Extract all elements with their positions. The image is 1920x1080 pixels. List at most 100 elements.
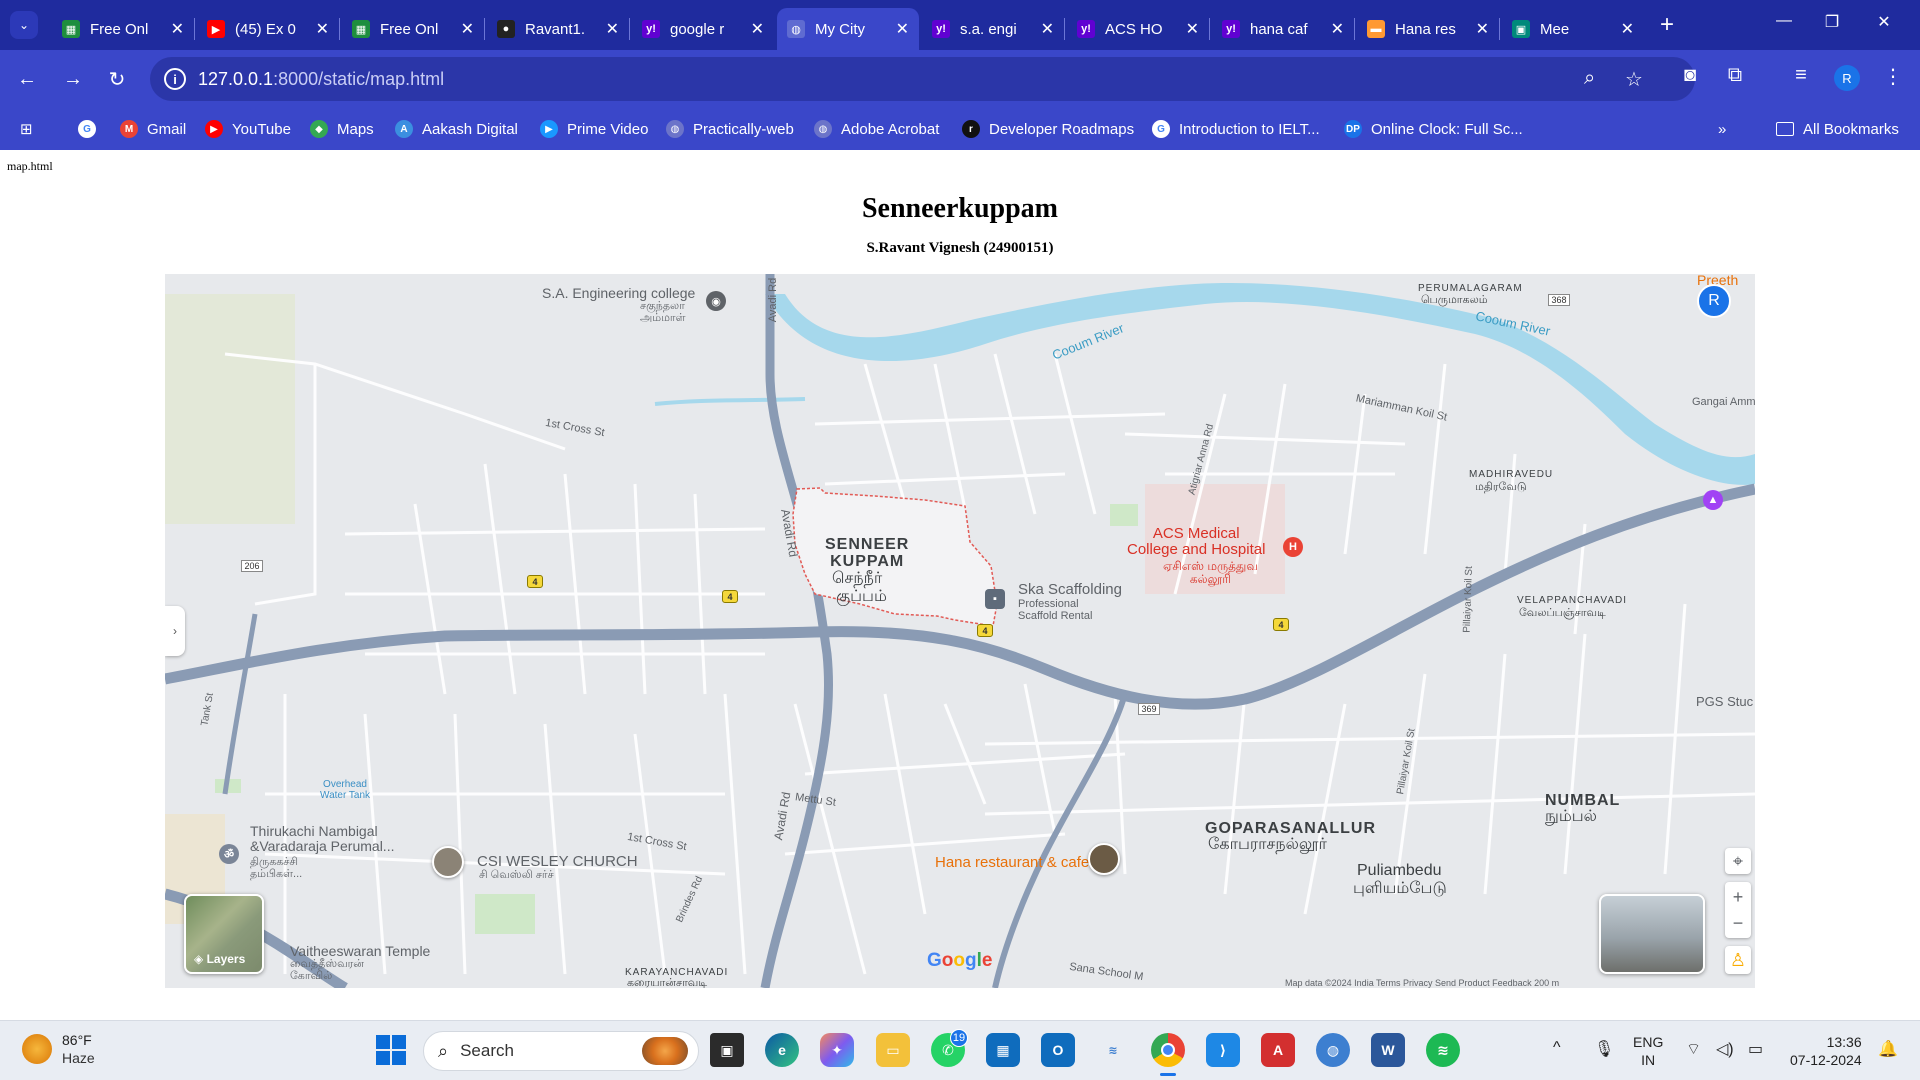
bookmark-item[interactable]: ▶ YouTube xyxy=(205,116,291,142)
browser-tab[interactable]: y! s.a. engi ✕ xyxy=(922,8,1064,50)
restore-icon[interactable]: ❐ xyxy=(1812,12,1852,32)
outlook-icon[interactable]: O xyxy=(1041,1033,1075,1067)
browser-tab[interactable]: ▶ (45) Ex 0 ✕ xyxy=(197,8,339,50)
bookmark-item[interactable]: ▶ Prime Video xyxy=(540,116,648,142)
volume-icon[interactable]: ◁) xyxy=(1716,1039,1734,1059)
zoom-icon[interactable]: ⌕ xyxy=(1584,67,1595,90)
street-view-thumbnail[interactable] xyxy=(1599,894,1705,974)
chevron-up-icon[interactable]: ^ xyxy=(1553,1039,1561,1057)
apps-grid-icon[interactable]: ⊞ xyxy=(20,116,33,142)
business-icon[interactable]: ▪ xyxy=(985,589,1005,609)
new-tab-button[interactable]: + xyxy=(1652,10,1682,40)
url-text[interactable]: 127.0.0.1:8000/static/map.html xyxy=(198,69,444,90)
bookmark-item[interactable]: ◍ Practically-web xyxy=(666,116,794,142)
bookmark-item[interactable]: r Developer Roadmaps xyxy=(962,116,1134,142)
windows-start-icon[interactable] xyxy=(376,1035,406,1065)
temple-icon[interactable]: ॐ xyxy=(219,844,239,864)
tab-close-icon[interactable]: ✕ xyxy=(1325,19,1344,39)
file-explorer-icon[interactable]: ▭ xyxy=(876,1033,910,1067)
incognito-extension-icon[interactable]: ◙ xyxy=(1675,64,1705,87)
browser-tab[interactable]: ● Ravant1. ✕ xyxy=(487,8,629,50)
extensions-puzzle-icon[interactable]: ⧉ xyxy=(1720,64,1750,87)
tab-close-icon[interactable]: ✕ xyxy=(1615,19,1634,39)
tab-close-icon[interactable]: ✕ xyxy=(745,19,764,39)
map-profile-avatar[interactable]: R xyxy=(1697,284,1731,318)
embedded-google-map[interactable]: 4 4 4 4 206 369 368 Cooum River Cooum Ri… xyxy=(165,274,1755,988)
bookmark-star-icon[interactable]: ☆ xyxy=(1625,67,1643,92)
tab-close-icon[interactable]: ✕ xyxy=(165,19,184,39)
church-photo-pin[interactable] xyxy=(432,846,464,878)
shopping-icon[interactable]: ▲ xyxy=(1703,490,1723,510)
school-icon[interactable]: ◉ xyxy=(706,291,726,311)
poi-thirukachi-temple[interactable]: Thirukachi Nambigal &Varadaraja Perumal..… xyxy=(250,824,394,854)
bookmarks-overflow-icon[interactable]: » xyxy=(1718,116,1726,142)
browser-tab[interactable]: ▦ Free Onl ✕ xyxy=(52,8,194,50)
battery-icon[interactable]: ▭ xyxy=(1748,1039,1763,1059)
tab-search-button[interactable]: ⌄ xyxy=(10,11,38,39)
microphone-icon[interactable]: 🎙 xyxy=(1594,1039,1614,1059)
restaurant-photo-pin[interactable] xyxy=(1088,843,1120,875)
poi-hana-restaurant[interactable]: Hana restaurant & cafe xyxy=(935,854,1089,871)
spotify-icon[interactable]: ≋ xyxy=(1426,1033,1460,1067)
bookmark-item[interactable]: M Gmail xyxy=(120,116,186,142)
side-panel-toggle[interactable]: › xyxy=(165,606,185,656)
bookmark-item[interactable]: G Introduction to IELT... xyxy=(1152,116,1320,142)
poi-acs-medical-college[interactable]: ACS Medical College and Hospital xyxy=(1127,526,1265,558)
network-app-icon[interactable]: ◍ xyxy=(1316,1033,1350,1067)
menu-kebab-icon[interactable]: ⋮ xyxy=(1878,64,1908,89)
app-icon[interactable]: ≋ xyxy=(1096,1033,1130,1067)
address-bar[interactable]: i 127.0.0.1:8000/static/map.html ⌕ ☆ xyxy=(150,57,1695,101)
browser-tab[interactable]: y! ACS HO ✕ xyxy=(1067,8,1209,50)
poi-sa-engineering-college[interactable]: S.A. Engineering college xyxy=(542,286,695,301)
taskbar-search-box[interactable]: ⌕ Search xyxy=(423,1031,699,1071)
minimize-icon[interactable]: — xyxy=(1764,12,1804,30)
pegman-icon[interactable]: ♙ xyxy=(1725,946,1751,974)
profile-avatar[interactable]: R xyxy=(1834,65,1860,91)
close-window-icon[interactable]: ✕ xyxy=(1864,12,1904,32)
bookmark-item[interactable]: ◍ Adobe Acrobat xyxy=(814,116,939,142)
edge-icon[interactable]: e xyxy=(765,1033,799,1067)
zoom-out-icon[interactable]: − xyxy=(1733,910,1744,936)
tab-close-icon[interactable]: ✕ xyxy=(310,19,329,39)
notification-bell-icon[interactable]: 🔔 xyxy=(1878,1039,1898,1059)
layers-button[interactable]: ◈ Layers xyxy=(184,894,264,974)
tab-close-icon[interactable]: ✕ xyxy=(1035,19,1054,39)
browser-tab[interactable]: ◍ My City ✕ xyxy=(777,8,919,50)
bookmark-item[interactable]: G xyxy=(78,116,105,142)
poi-vaitheeswaran-temple[interactable]: Vaitheeswaran Temple xyxy=(290,944,430,959)
word-icon[interactable]: W xyxy=(1371,1033,1405,1067)
my-location-icon[interactable]: ⌖ xyxy=(1725,848,1751,874)
hospital-icon[interactable]: H xyxy=(1283,537,1303,557)
microsoft-store-icon[interactable]: ▦ xyxy=(986,1033,1020,1067)
browser-tab[interactable]: y! google r ✕ xyxy=(632,8,774,50)
tab-close-icon[interactable]: ✕ xyxy=(600,19,619,39)
weather-widget[interactable]: 86°F Haze xyxy=(22,1031,95,1067)
browser-tab[interactable]: ▦ Free Onl ✕ xyxy=(342,8,484,50)
bookmark-item[interactable]: DP Online Clock: Full Sc... xyxy=(1344,116,1523,142)
tab-close-icon[interactable]: ✕ xyxy=(890,19,909,39)
forward-arrow-icon[interactable]: → xyxy=(58,64,88,94)
media-control-icon[interactable]: ≡ xyxy=(1786,64,1816,87)
acrobat-icon[interactable]: A xyxy=(1261,1033,1295,1067)
task-view-icon[interactable]: ▣ xyxy=(710,1033,744,1067)
poi-ska-scaffolding[interactable]: Ska Scaffolding xyxy=(1018,582,1122,597)
browser-tab[interactable]: ▬ Hana res ✕ xyxy=(1357,8,1499,50)
browser-tab[interactable]: y! hana caf ✕ xyxy=(1212,8,1354,50)
bookmark-item[interactable]: A Aakash Digital xyxy=(395,116,518,142)
reload-icon[interactable]: ↻ xyxy=(102,64,132,94)
chrome-icon[interactable] xyxy=(1151,1033,1185,1067)
browser-tab[interactable]: ▣ Mee ✕ xyxy=(1502,8,1644,50)
language-indicator[interactable]: ENG IN xyxy=(1633,1033,1663,1069)
zoom-in-icon[interactable]: + xyxy=(1733,884,1744,910)
wifi-icon[interactable]: ⌔ xyxy=(1686,1039,1701,1059)
tab-close-icon[interactable]: ✕ xyxy=(1180,19,1199,39)
copilot-icon[interactable]: ✦ xyxy=(820,1033,854,1067)
tab-close-icon[interactable]: ✕ xyxy=(1470,19,1489,39)
poi-csi-wesley-church[interactable]: CSI WESLEY CHURCH xyxy=(477,854,638,869)
bookmark-item[interactable]: ◆ Maps xyxy=(310,116,374,142)
all-bookmarks-button[interactable]: All Bookmarks xyxy=(1776,116,1899,142)
system-clock[interactable]: 13:36 07-12-2024 xyxy=(1790,1033,1862,1069)
back-arrow-icon[interactable]: ← xyxy=(12,64,42,94)
site-info-icon[interactable]: i xyxy=(164,68,186,90)
tab-close-icon[interactable]: ✕ xyxy=(455,19,474,39)
